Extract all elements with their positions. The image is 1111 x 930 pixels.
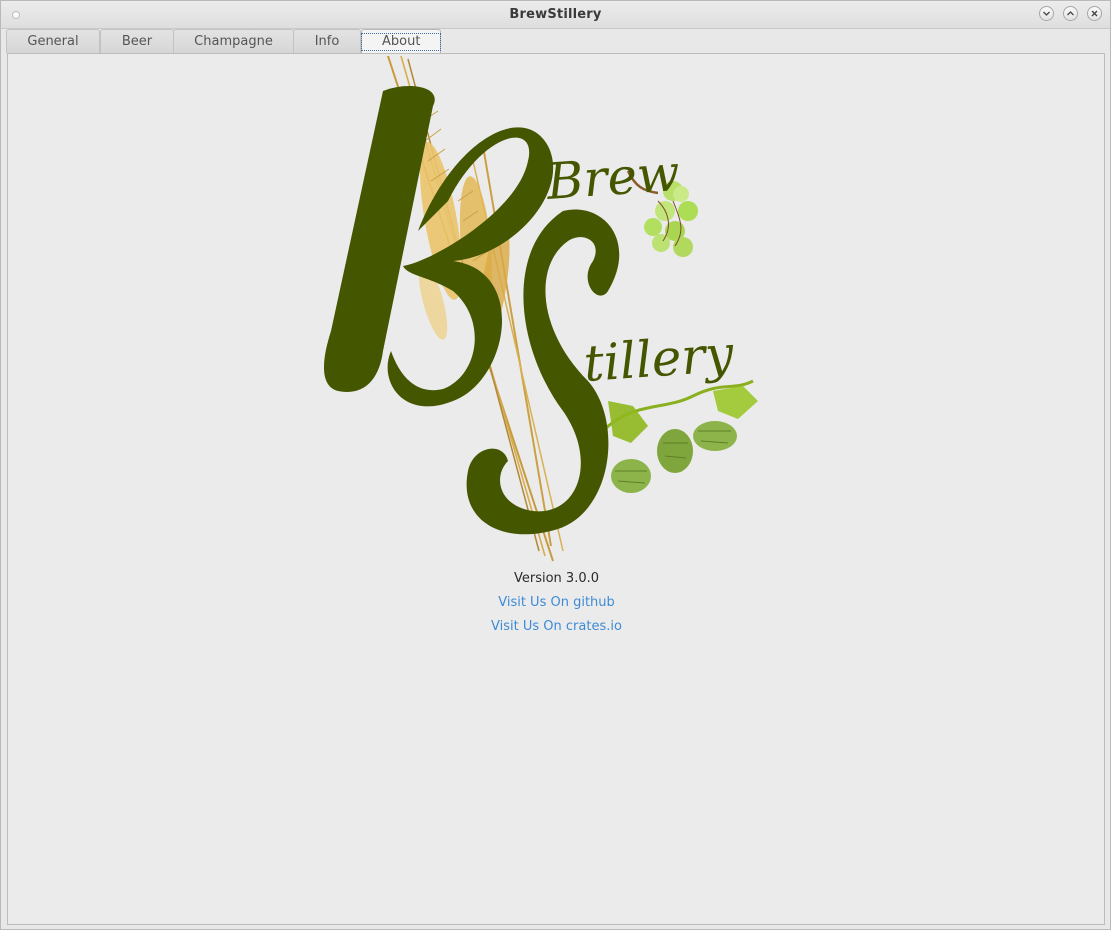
tab-label: About <box>360 33 442 51</box>
tab-bar: General Beer Champagne Info About <box>6 29 1106 53</box>
brewstillery-logo: Brew tillery <box>323 55 758 562</box>
app-window: BrewStillery General Beer Champagne Info… <box>0 0 1111 930</box>
tab-champagne[interactable]: Champagne <box>173 29 294 53</box>
minimize-icon[interactable] <box>1039 6 1054 21</box>
logo-brew-text: Brew <box>544 144 682 211</box>
tab-label: Info <box>314 34 340 49</box>
close-icon[interactable] <box>1087 6 1102 21</box>
hops-icon <box>601 379 758 493</box>
github-link[interactable]: Visit Us On github <box>1 595 1111 610</box>
tab-general[interactable]: General <box>6 29 100 53</box>
tab-about[interactable]: About <box>360 29 442 53</box>
tab-label: Champagne <box>194 34 273 49</box>
tab-label: General <box>27 34 79 49</box>
version-label: Version 3.0.0 <box>513 571 599 586</box>
logo-stillery-text: tillery <box>582 325 736 393</box>
maximize-icon[interactable] <box>1063 6 1078 21</box>
title-bar[interactable]: BrewStillery <box>1 1 1110 29</box>
window-title: BrewStillery <box>509 7 602 22</box>
tab-label: Beer <box>121 34 153 49</box>
tab-info[interactable]: Info <box>293 29 361 53</box>
tab-beer[interactable]: Beer <box>100 29 174 53</box>
crates-link[interactable]: Visit Us On crates.io <box>1 619 1111 634</box>
